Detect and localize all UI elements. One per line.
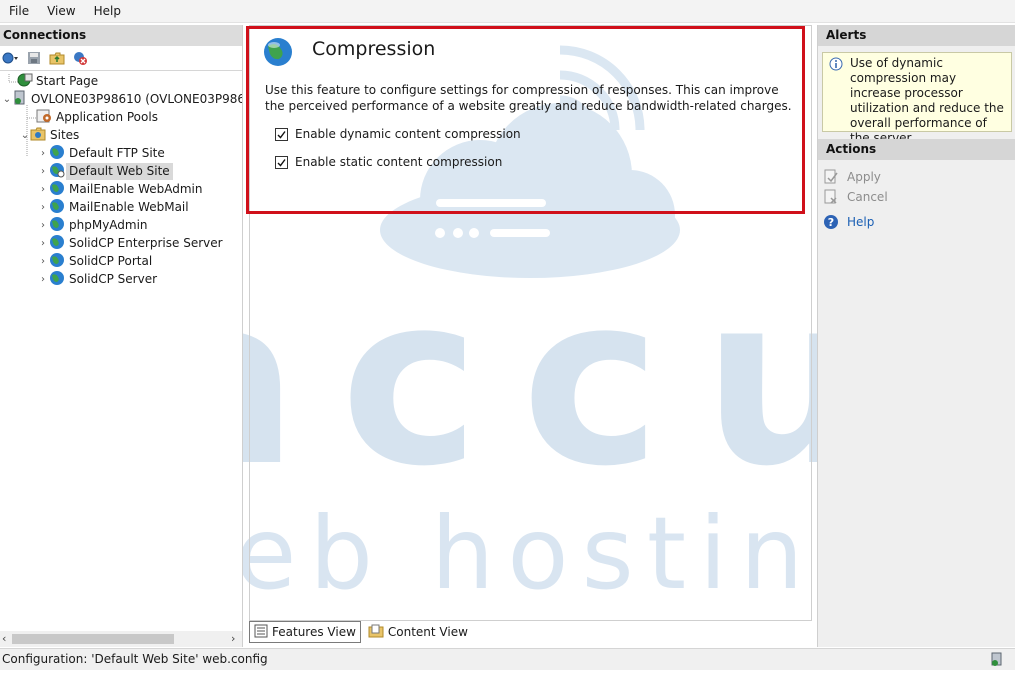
expand-chevron-icon[interactable]: › [38,274,48,285]
tree-site-phpmyadmin[interactable]: › phpMyAdmin [38,216,151,234]
tree-site-solidcp-portal[interactable]: › SolidCP Portal [38,252,155,270]
tree-sites[interactable]: ⌄ Sites [20,126,82,144]
tree-site-solidcp-server[interactable]: › SolidCP Server [38,270,160,288]
help-icon: ? [823,214,839,230]
app-pools-icon [36,108,53,127]
collapse-chevron-icon[interactable]: ⌄ [20,130,30,141]
feature-description: Use this feature to configure settings f… [265,83,792,113]
expand-chevron-icon[interactable]: › [38,202,48,213]
help-action[interactable]: ? Help [823,214,874,230]
connections-toolbar [0,46,242,71]
apply-icon [823,169,839,185]
menu-help[interactable]: Help [85,4,130,18]
globe-icon [48,216,66,235]
expand-chevron-icon[interactable]: › [38,220,48,231]
status-bar: Configuration: 'Default Web Site' web.co… [0,648,1015,670]
globe-icon [48,162,66,181]
connections-header: Connections [0,25,242,46]
start-page-icon [16,72,33,91]
scroll-left-arrow-icon[interactable]: ‹ [2,632,6,645]
alert-message: Use of dynamic compression may increase … [850,56,1004,145]
tree-site-solidcp-enterprise[interactable]: › SolidCP Enterprise Server [38,234,226,252]
horizontal-scrollbar[interactable]: ‹ › [0,631,242,647]
expand-chevron-icon[interactable]: › [38,256,48,267]
dynamic-compression-option[interactable]: Enable dynamic content compression [275,127,521,141]
globe-icon [48,270,66,289]
cancel-icon [823,189,839,205]
globe-icon [48,144,66,163]
menu-view[interactable]: View [38,4,84,18]
dynamic-compression-label: Enable dynamic content compression [295,127,521,141]
tree-site-mailenable-webmail[interactable]: › MailEnable WebMail [38,198,192,216]
globe-icon [48,198,66,217]
connect-icon[interactable] [2,50,19,66]
feature-title: Compression [312,38,436,60]
expand-chevron-icon[interactable]: › [38,238,48,249]
tree-application-pools[interactable]: Application Pools [36,108,161,126]
actions-header: Actions [818,139,1015,160]
menu-bar: File View Help [0,0,1015,23]
expand-chevron-icon[interactable]: › [38,184,48,195]
disconnect-icon[interactable] [71,50,88,66]
tree-site-default-web[interactable]: › Default Web Site [38,162,173,180]
tree-start-page[interactable]: Start Page [16,72,101,90]
scrollbar-thumb[interactable] [12,634,174,644]
menu-file[interactable]: File [0,4,38,18]
apply-action[interactable]: Apply [823,169,881,185]
globe-icon [48,252,66,271]
network-status-icon [989,652,1005,675]
alerts-header: Alerts [818,25,1015,46]
sites-folder-icon [30,126,47,145]
dynamic-compression-checkbox[interactable] [275,127,288,141]
globe-icon [48,180,66,199]
tab-content-view[interactable]: Content View [364,622,472,642]
expand-chevron-icon[interactable]: › [38,148,48,159]
features-view-icon [254,624,268,641]
static-compression-label: Enable static content compression [295,155,503,169]
alert-box: Use of dynamic compression may increase … [822,52,1012,145]
static-compression-option[interactable]: Enable static content compression [275,155,502,169]
collapse-chevron-icon[interactable]: ⌄ [2,94,12,105]
up-folder-icon[interactable] [48,50,65,66]
server-icon [12,90,28,109]
info-icon [829,57,843,74]
connections-pane: Connections Start Page ⌄ OVLONE03P98610 … [0,25,243,647]
compression-globe-icon [262,36,294,71]
tree-site-mailenable-webadmin[interactable]: › MailEnable WebAdmin [38,180,205,198]
static-compression-checkbox[interactable] [275,155,288,169]
connections-tree: Start Page ⌄ OVLONE03P98610 (OVLONE03P98… [0,72,242,632]
content-view-icon [368,624,384,641]
expand-chevron-icon[interactable]: › [38,166,48,177]
cancel-action[interactable]: Cancel [823,189,888,205]
actions-pane: Alerts Use of dynamic compression may in… [817,25,1015,647]
globe-icon [48,234,66,253]
save-icon[interactable] [25,50,42,66]
view-tabs: Features View Content View [249,620,472,644]
tab-features-view[interactable]: Features View [249,621,361,643]
tree-site-default-ftp[interactable]: › Default FTP Site [38,144,168,162]
svg-text:?: ? [828,216,834,229]
scroll-right-arrow-icon[interactable]: › [231,632,235,645]
tree-server[interactable]: ⌄ OVLONE03P98610 (OVLONE03P98610\ [2,90,242,108]
status-text: Configuration: 'Default Web Site' web.co… [2,652,268,666]
